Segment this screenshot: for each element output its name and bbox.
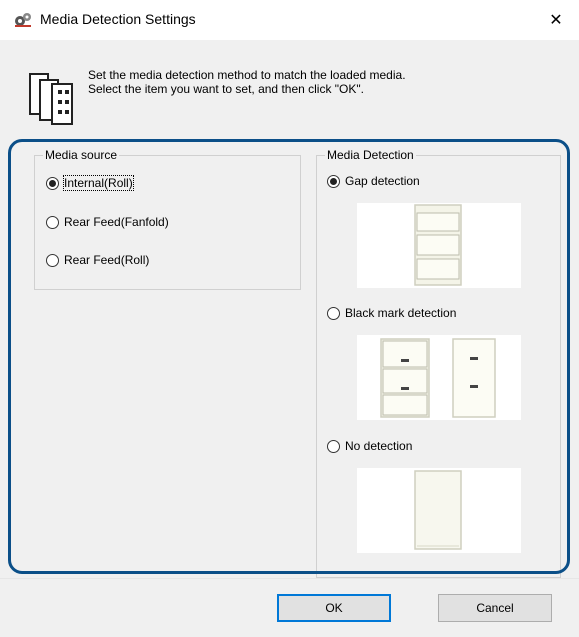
close-button[interactable]: ✕ bbox=[533, 0, 579, 40]
window-title: Media Detection Settings bbox=[40, 11, 196, 27]
title-bar: Media Detection Settings ✕ bbox=[0, 0, 579, 40]
close-icon: ✕ bbox=[549, 12, 563, 29]
intro-line-1: Set the media detection method to match … bbox=[88, 68, 406, 82]
media-roll-icon bbox=[29, 73, 73, 125]
footer-divider bbox=[0, 578, 579, 579]
cancel-button[interactable]: Cancel bbox=[438, 594, 552, 622]
highlight-frame bbox=[8, 139, 570, 574]
intro-text: Set the media detection method to match … bbox=[88, 68, 406, 96]
ok-button[interactable]: OK bbox=[277, 594, 391, 622]
intro-line-2: Select the item you want to set, and the… bbox=[88, 82, 364, 96]
gears-icon bbox=[15, 13, 31, 27]
